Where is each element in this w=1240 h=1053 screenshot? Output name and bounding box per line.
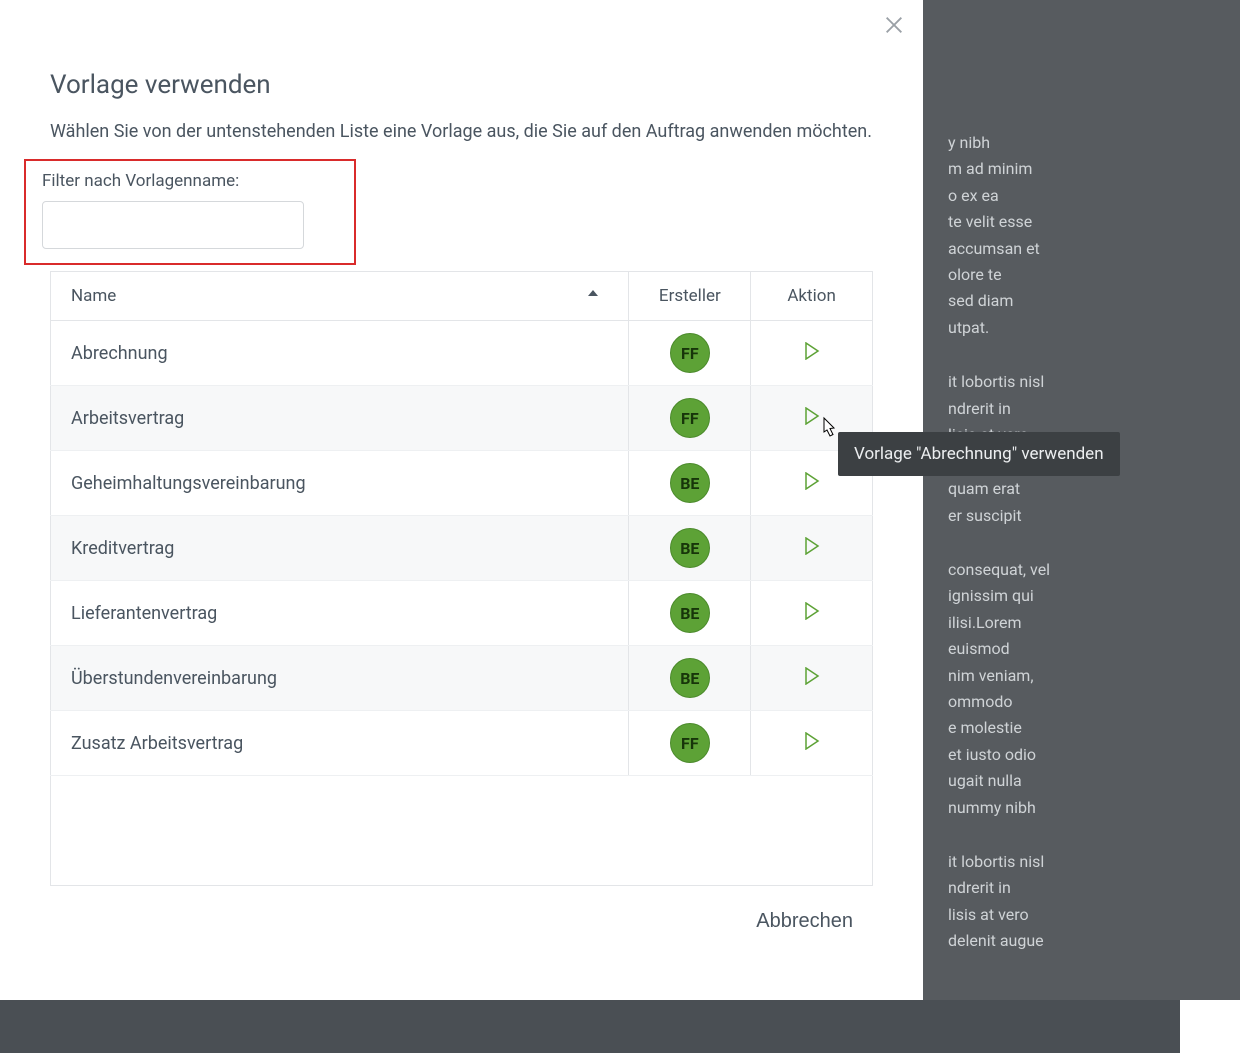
apply-template-button[interactable]: [803, 472, 821, 490]
avatar: BE: [670, 463, 710, 503]
template-name-cell: Abrechnung: [51, 321, 629, 386]
play-icon: [804, 407, 820, 425]
template-name-cell: Kreditvertrag: [51, 516, 629, 581]
avatar: FF: [670, 723, 710, 763]
table-row: Zusatz Arbeitsvertrag FF: [51, 711, 873, 776]
filter-by-name-input[interactable]: [42, 201, 304, 249]
table-row: Arbeitsvertrag FF: [51, 386, 873, 451]
background-lorem-5: it lobortis nisl ndrerit in lisis at ver…: [948, 849, 1215, 955]
action-tooltip: Vorlage "Abrechnung" verwenden: [838, 432, 1120, 476]
action-cell: [751, 646, 873, 711]
creator-cell: BE: [629, 516, 751, 581]
background-lorem-1: y nibh m ad minim o ex ea te velit esse …: [948, 130, 1215, 341]
template-name-cell: Geheimhaltungsvereinbarung: [51, 451, 629, 516]
action-cell: [751, 516, 873, 581]
cancel-button[interactable]: Abbrechen: [736, 904, 873, 939]
avatar: FF: [670, 333, 710, 373]
avatar: BE: [670, 593, 710, 633]
filter-highlight-box: Filter nach Vorlagenname:: [24, 159, 356, 265]
play-icon: [804, 732, 820, 750]
creator-cell: FF: [629, 711, 751, 776]
table-row: Abrechnung FF: [51, 321, 873, 386]
apply-template-button[interactable]: [803, 537, 821, 555]
column-header-name-label: Name: [71, 286, 116, 306]
template-name-cell: Lieferantenvertrag: [51, 581, 629, 646]
column-header-name[interactable]: Name: [51, 272, 629, 321]
creator-cell: BE: [629, 451, 751, 516]
apply-template-button[interactable]: [803, 602, 821, 620]
avatar: FF: [670, 398, 710, 438]
apply-template-button[interactable]: [803, 667, 821, 685]
play-icon: [804, 602, 820, 620]
creator-cell: FF: [629, 386, 751, 451]
template-name-cell: Zusatz Arbeitsvertrag: [51, 711, 629, 776]
avatar: BE: [670, 658, 710, 698]
filter-label: Filter nach Vorlagenname:: [42, 171, 338, 191]
play-icon: [804, 667, 820, 685]
creator-cell: BE: [629, 646, 751, 711]
template-name-cell: Überstundenvereinbarung: [51, 646, 629, 711]
background-lorem-4: consequat, vel ignissim qui ilisi.Lorem …: [948, 557, 1215, 821]
action-cell: [751, 321, 873, 386]
bottom-bar: [0, 1000, 1180, 1053]
creator-cell: BE: [629, 581, 751, 646]
table-row: Kreditvertrag BE: [51, 516, 873, 581]
background-lorem-3: quam erat er suscipit: [948, 476, 1215, 529]
action-cell: [751, 711, 873, 776]
close-icon: [883, 14, 905, 36]
play-icon: [804, 472, 820, 490]
template-name-cell: Arbeitsvertrag: [51, 386, 629, 451]
template-table: Name Ersteller Aktion AbrechnungFFArbeit…: [50, 271, 873, 776]
apply-template-button[interactable]: [803, 732, 821, 750]
creator-cell: FF: [629, 321, 751, 386]
dialog-footer: Abbrechen: [50, 904, 873, 939]
action-cell: [751, 581, 873, 646]
avatar: BE: [670, 528, 710, 568]
table-row: Überstundenvereinbarung BE: [51, 646, 873, 711]
play-icon: [804, 342, 820, 360]
table-empty-space: [50, 776, 873, 886]
column-header-action[interactable]: Aktion: [751, 272, 873, 321]
table-row: Lieferantenvertrag BE: [51, 581, 873, 646]
sort-ascending-icon: [588, 290, 598, 296]
backdrop-overlay: y nibh m ad minim o ex ea te velit esse …: [923, 0, 1240, 1000]
column-header-creator[interactable]: Ersteller: [629, 272, 751, 321]
use-template-dialog: Vorlage verwenden Wählen Sie von der unt…: [0, 0, 923, 969]
dialog-subtitle: Wählen Sie von der untenstehenden Liste …: [50, 118, 873, 145]
close-button[interactable]: [879, 10, 909, 40]
play-icon: [804, 537, 820, 555]
apply-template-button[interactable]: [803, 342, 821, 360]
apply-template-button[interactable]: [803, 407, 821, 425]
table-row: Geheimhaltungsvereinbarung BE: [51, 451, 873, 516]
dialog-title: Vorlage verwenden: [50, 70, 873, 100]
